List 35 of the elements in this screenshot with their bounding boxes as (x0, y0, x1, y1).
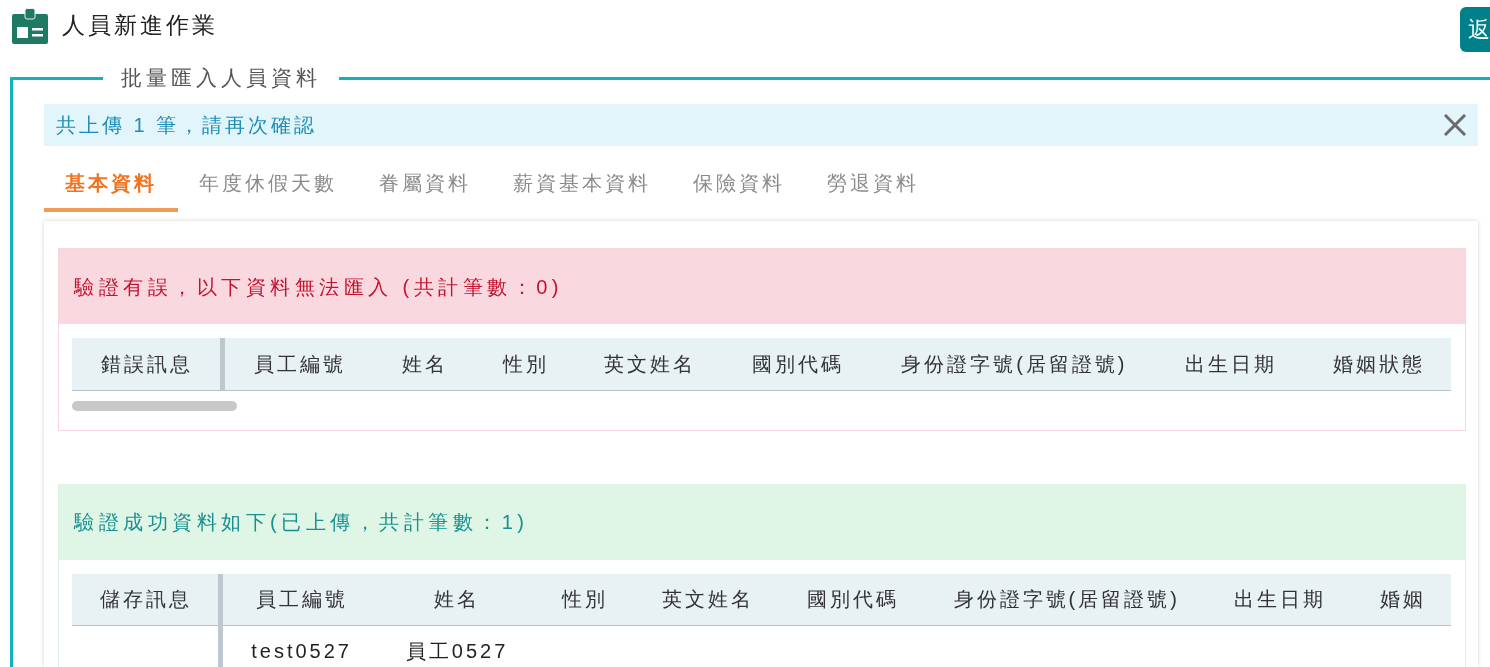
column-header: 身份證字號(居留證號) (924, 573, 1206, 626)
column-header: 英文姓名 (574, 338, 723, 390)
table-cell: 員工0527 (377, 625, 534, 667)
column-header: 員工編號 (220, 573, 378, 626)
column-header: 國別代碼 (779, 573, 925, 626)
column-header: 錯誤訊息 (72, 338, 223, 390)
column-header: 性別 (473, 338, 575, 390)
column-header: 員工編號 (222, 338, 373, 390)
column-header: 婚姻狀態 (1303, 338, 1451, 390)
close-icon[interactable] (1444, 114, 1466, 136)
column-header: 儲存訊息 (72, 573, 221, 626)
table-cell: test0527 (220, 625, 378, 667)
column-header: 婚姻 (1351, 573, 1451, 626)
column-header: 出生日期 (1205, 573, 1352, 626)
tab[interactable]: 勞退資料 (806, 159, 940, 212)
column-header: 性別 (533, 573, 634, 626)
tab[interactable]: 保險資料 (672, 159, 806, 212)
column-header: 身份證字號(居留證號) (870, 338, 1156, 390)
tab[interactable]: 年度休假天數 (178, 159, 358, 212)
page-title: 人員新進作業 (62, 11, 218, 40)
section-legend: 批量匯入人員資料 (103, 64, 339, 92)
notice-text: 共上傳 1 筆，請再次確認 (56, 113, 318, 138)
panel-title: 驗證有誤，以下資料無法匯入 (共計筆數：0) (59, 249, 1465, 324)
scrollbar-thumb[interactable] (72, 400, 237, 411)
tab[interactable]: 薪資基本資料 (492, 159, 672, 212)
column-header: 英文姓名 (633, 573, 779, 626)
panel-title: 驗證成功資料如下(已上傳，共計筆數：1) (59, 484, 1465, 560)
column-header: 姓名 (372, 338, 474, 390)
id-badge-icon (12, 8, 48, 44)
tab[interactable]: 眷屬資料 (358, 159, 492, 212)
column-header: 姓名 (377, 573, 534, 626)
tab[interactable]: 基本資料 (44, 159, 178, 212)
column-header: 出生日期 (1155, 338, 1304, 390)
back-button[interactable]: 返 (1460, 7, 1490, 52)
column-header: 國別代碼 (722, 338, 871, 390)
